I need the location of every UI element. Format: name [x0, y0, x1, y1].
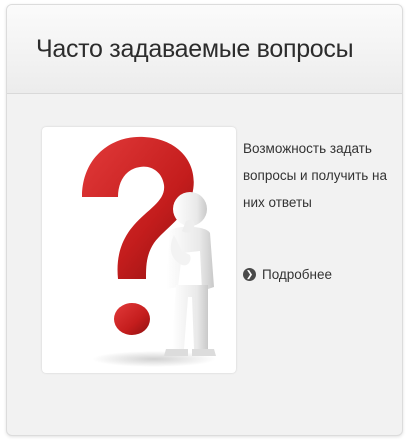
faq-image[interactable] [42, 127, 236, 373]
faq-card: Часто задаваемые вопросы Возможность зад… [6, 4, 403, 436]
card-header: Часто задаваемые вопросы [7, 5, 402, 94]
more-link[interactable]: ❯ Подробнее [243, 267, 332, 282]
more-link-label: Подробнее [262, 267, 333, 282]
question-mark-thinking-figure-icon [82, 136, 216, 367]
card-title: Часто задаваемые вопросы [36, 35, 354, 63]
card-description: Возможность задать вопросы и получить на… [243, 141, 388, 210]
chevron-right-circle-icon: ❯ [243, 268, 256, 281]
